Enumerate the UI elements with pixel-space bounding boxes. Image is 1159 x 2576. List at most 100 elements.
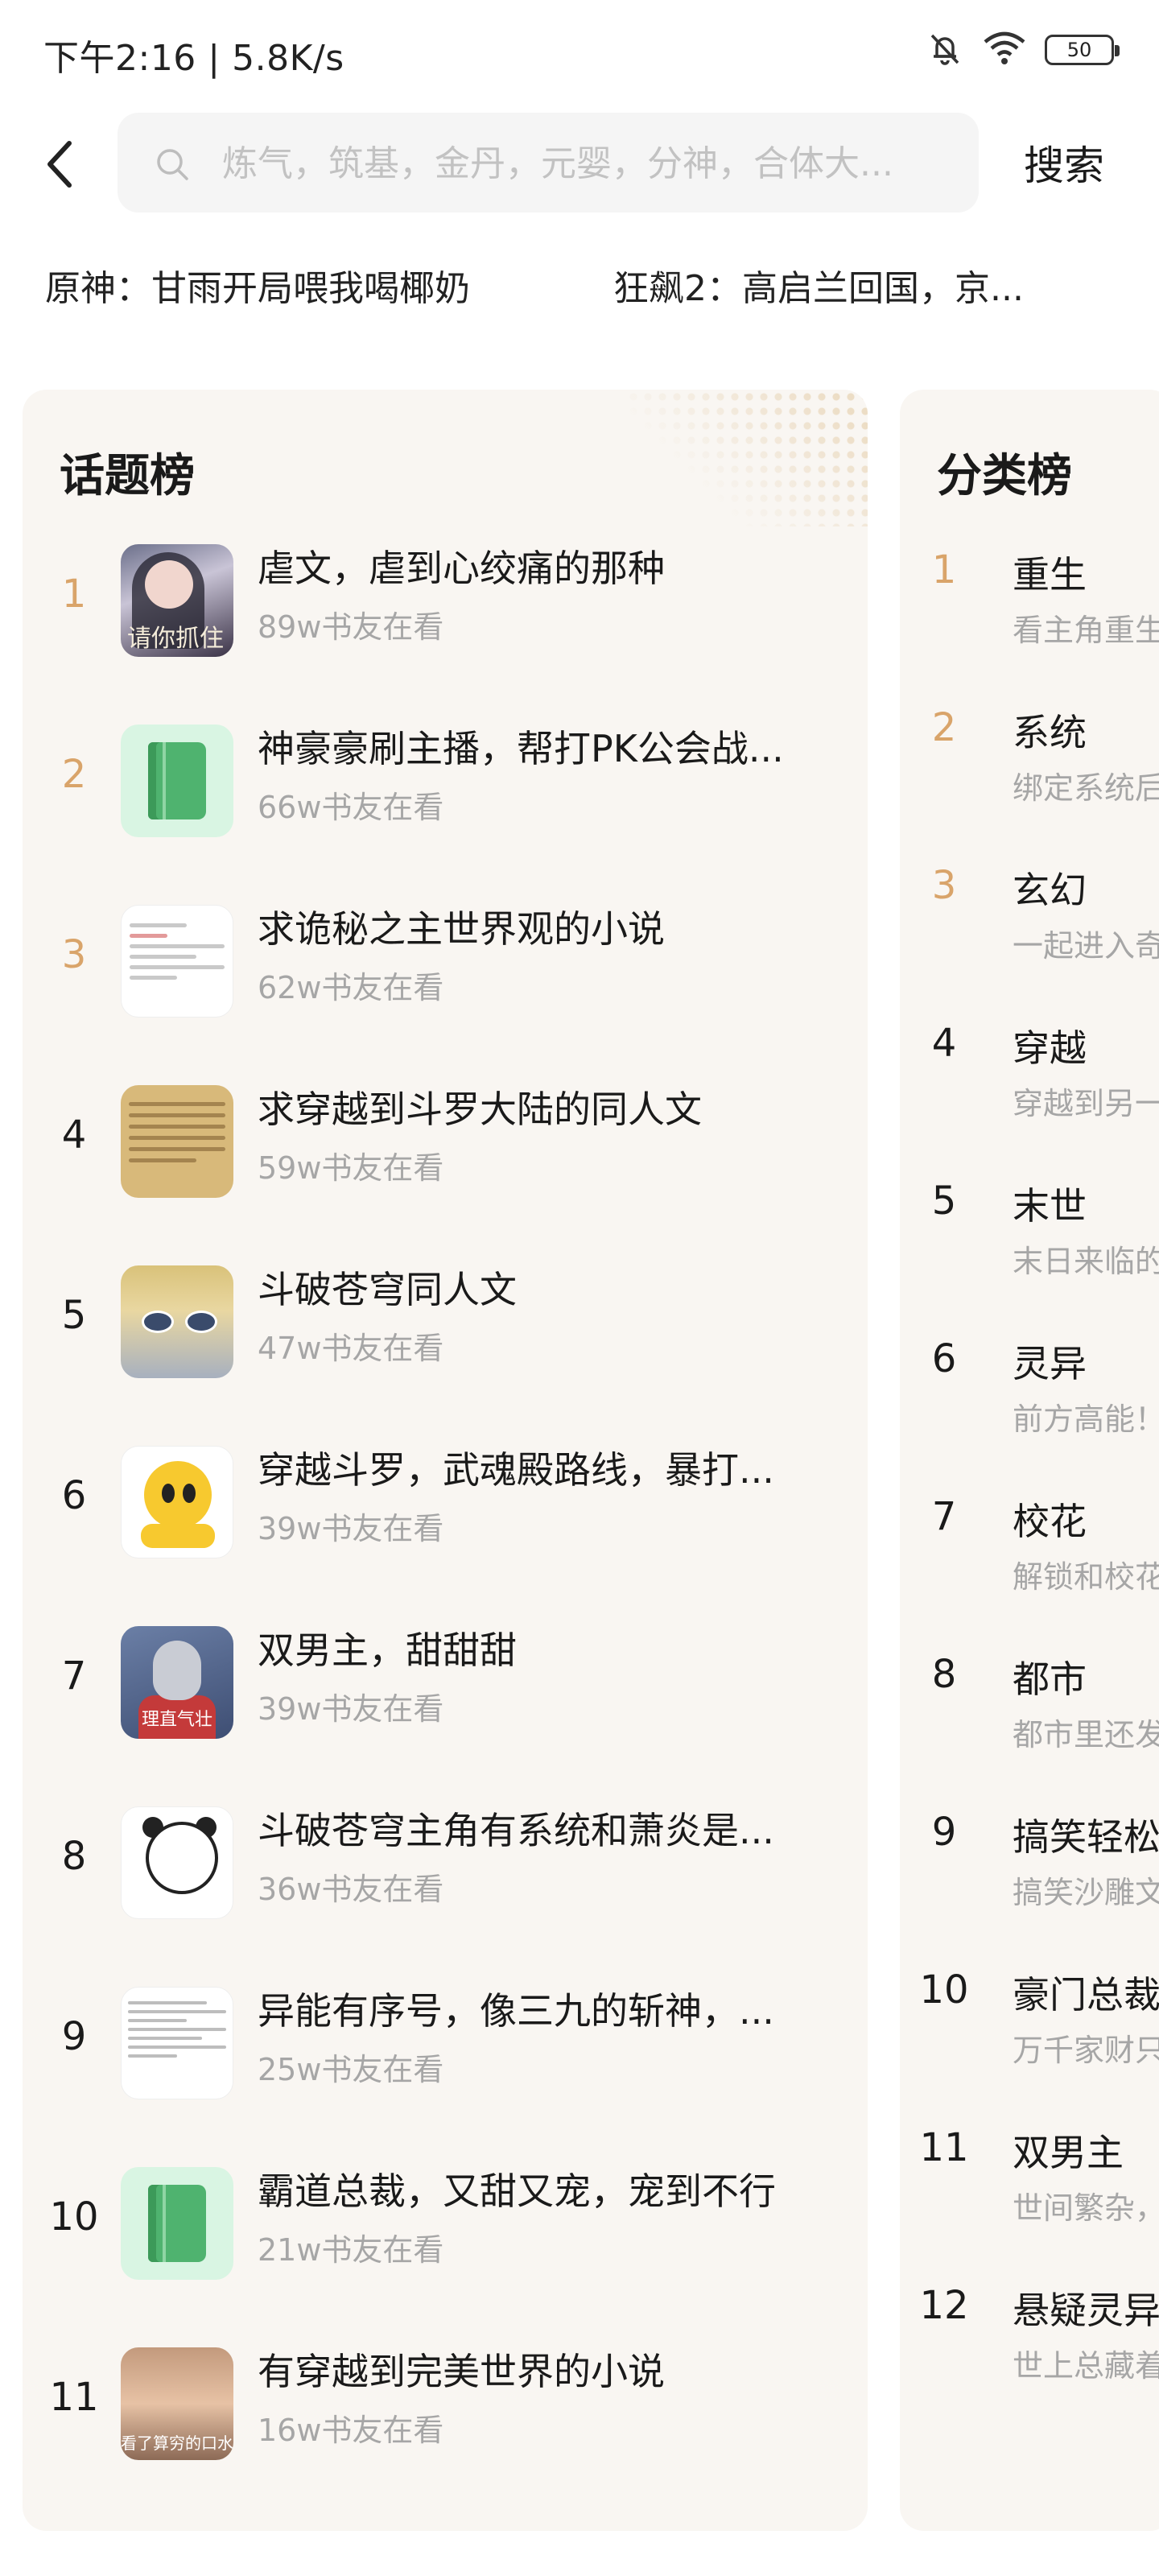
rank-number: 7 <box>931 1494 957 1539</box>
category-name: 双男主 <box>1013 2131 1124 2174</box>
category-name: 校花 <box>1013 1500 1087 1543</box>
category-name: 悬疑灵异 <box>1013 2289 1159 2332</box>
topic-title: 有穿越到完美世界的小说 <box>258 2350 665 2393</box>
topic-title: 穿越斗罗，武魂殿路线，暴打... <box>258 1448 774 1492</box>
rank-number: 1 <box>61 572 87 617</box>
decorative-dots <box>626 390 868 526</box>
category-item[interactable]: 7 校花 解锁和校花 <box>900 1488 1159 1608</box>
category-description: 都市里还发 <box>1013 1717 1159 1752</box>
category-item[interactable]: 2 系统 绑定系统后 <box>900 699 1159 819</box>
rank-number: 10 <box>49 2194 99 2240</box>
category-item[interactable]: 5 末世 末日来临的 <box>900 1172 1159 1293</box>
hot-search-item[interactable]: 原神：甘雨开局喂我喝椰奶 <box>45 259 560 311</box>
meme-bear-image <box>121 1806 233 1919</box>
category-board-title[interactable]: 分类榜 <box>937 440 1072 505</box>
rank-number: 5 <box>931 1179 957 1224</box>
topic-title: 异能有序号，像三九的斩神，... <box>258 1989 774 2033</box>
category-item[interactable]: 10 豪门总裁 万千家财只 <box>900 1961 1159 2082</box>
book-icon <box>121 724 233 837</box>
topic-item[interactable]: 7 理直气壮 双男主，甜甜甜 39w书友在看 <box>23 1621 868 1750</box>
rank-number: 2 <box>931 705 957 750</box>
anime-avatar-image <box>121 1265 233 1378</box>
reader-count: 39w书友在看 <box>258 1511 444 1546</box>
hot-search-item[interactable]: 狂飙2：高启兰回国，京... <box>613 259 1112 311</box>
back-button[interactable] <box>35 134 84 195</box>
topic-item[interactable]: 6 穿越斗罗，武魂殿路线，暴打... 39w书友在看 <box>23 1441 868 1570</box>
book-icon <box>121 2167 233 2280</box>
category-name: 末世 <box>1013 1184 1087 1228</box>
mute-bell-icon <box>926 29 964 71</box>
screenshot-thumbnail <box>121 905 233 1018</box>
rank-number: 2 <box>61 752 87 797</box>
category-item[interactable]: 3 玄幻 一起进入奇 <box>900 857 1159 977</box>
rank-number: 3 <box>931 863 957 908</box>
reader-count: 25w书友在看 <box>258 2052 444 2087</box>
category-item[interactable]: 4 穿越 穿越到另一 <box>900 1014 1159 1135</box>
rank-number: 5 <box>61 1293 87 1338</box>
rank-number: 4 <box>61 1113 87 1158</box>
topic-item[interactable]: 2 神豪豪刷主播，帮打PK公会战... 66w书友在看 <box>23 720 868 848</box>
rank-number: 11 <box>49 2375 99 2420</box>
category-description: 世间繁杂， <box>1013 2190 1159 2226</box>
category-name: 重生 <box>1013 553 1087 597</box>
category-name: 都市 <box>1013 1657 1087 1701</box>
rank-number: 4 <box>931 1021 957 1066</box>
search-button[interactable]: 搜索 <box>1024 134 1104 192</box>
search-icon <box>155 147 190 185</box>
rank-number: 3 <box>61 932 87 977</box>
search-box[interactable] <box>118 113 979 213</box>
book-cover-image: 请你抓住 <box>121 544 233 657</box>
category-item[interactable]: 6 灵异 前方高能！ <box>900 1330 1159 1451</box>
image-caption: 理直气壮 <box>141 1710 212 1730</box>
category-name: 穿越 <box>1013 1026 1087 1070</box>
topic-item[interactable]: 1 请你抓住 虐文，虐到心绞痛的那种 89w书友在看 <box>23 539 868 668</box>
rank-number: 12 <box>919 2283 969 2328</box>
topic-item[interactable]: 9 异能有序号，像三九的斩神，... 25w书友在看 <box>23 1982 868 2111</box>
topic-title: 斗破苍穹同人文 <box>258 1268 517 1311</box>
search-input[interactable] <box>221 132 948 195</box>
status-time: 下午2:16 | 5.8K/s <box>43 38 344 79</box>
topic-board-title[interactable]: 话题榜 <box>60 440 195 505</box>
chevron-left-icon <box>47 141 72 188</box>
reader-count: 21w书友在看 <box>258 2232 444 2268</box>
topic-item[interactable]: 3 求诡秘之主世界观的小说 62w书友在看 <box>23 900 868 1029</box>
wifi-icon <box>982 31 1027 69</box>
topic-item[interactable]: 4 求穿越到斗罗大陆的同人文 59w书友在看 <box>23 1080 868 1209</box>
category-description: 看主角重生 <box>1013 613 1159 648</box>
category-item[interactable]: 11 双男主 世间繁杂， <box>900 2119 1159 2240</box>
rank-number: 1 <box>931 547 957 592</box>
topic-title: 斗破苍穹主角有系统和萧炎是... <box>258 1809 774 1852</box>
category-item[interactable]: 12 悬疑灵异 世上总藏着 <box>900 2277 1159 2397</box>
rank-number: 7 <box>61 1653 87 1699</box>
rank-number: 9 <box>931 1810 957 1855</box>
category-description: 搞笑沙雕文 <box>1013 1875 1159 1910</box>
battery-icon: 50 <box>1045 35 1120 65</box>
rank-number: 8 <box>931 1652 957 1697</box>
hot-search-row: 原神：甘雨开局喂我喝椰奶 狂飙2：高启兰回国，京... <box>45 259 1116 316</box>
reader-count: 66w书友在看 <box>258 790 444 825</box>
category-item[interactable]: 1 重生 看主角重生 <box>900 541 1159 662</box>
category-description: 穿越到另一 <box>1013 1086 1159 1121</box>
category-board-card: 分类榜 1 重生 看主角重生 2 系统 绑定系统后 3 玄幻 一起进入奇 4 穿… <box>900 390 1159 2531</box>
category-item[interactable]: 8 都市 都市里还发 <box>900 1645 1159 1766</box>
reader-count: 16w书友在看 <box>258 2413 444 2448</box>
topic-title: 虐文，虐到心绞痛的那种 <box>258 547 665 590</box>
rank-number: 11 <box>919 2125 969 2170</box>
topic-item[interactable]: 8 斗破苍穹主角有系统和萧炎是... 36w书友在看 <box>23 1802 868 1930</box>
topic-title: 神豪豪刷主播，帮打PK公会战... <box>258 727 784 770</box>
category-description: 世上总藏着 <box>1013 2348 1159 2384</box>
category-name: 豪门总裁 <box>1013 1973 1159 2017</box>
text-list-thumbnail <box>121 1987 233 2099</box>
rank-number: 10 <box>919 1967 969 2013</box>
category-item[interactable]: 9 搞笑轻松 搞笑沙雕文 <box>900 1803 1159 1924</box>
rank-number: 6 <box>931 1336 957 1381</box>
topic-item[interactable]: 11 看了算穷的口水 有穿越到完美世界的小说 16w书友在看 <box>23 2343 868 2471</box>
topic-title: 求穿越到斗罗大陆的同人文 <box>258 1088 702 1131</box>
topic-item[interactable]: 10 霸道总裁，又甜又宠，宠到不行 21w书友在看 <box>23 2162 868 2291</box>
topic-item[interactable]: 5 斗破苍穹同人文 47w书友在看 <box>23 1261 868 1389</box>
topic-board-card: 话题榜 1 请你抓住 虐文，虐到心绞痛的那种 89w书友在看 2 神豪豪刷主播，… <box>23 390 868 2531</box>
category-name: 玄幻 <box>1013 869 1087 912</box>
hero-image: 理直气壮 <box>121 1626 233 1739</box>
category-name: 系统 <box>1013 711 1087 754</box>
rank-number: 8 <box>61 1834 87 1879</box>
